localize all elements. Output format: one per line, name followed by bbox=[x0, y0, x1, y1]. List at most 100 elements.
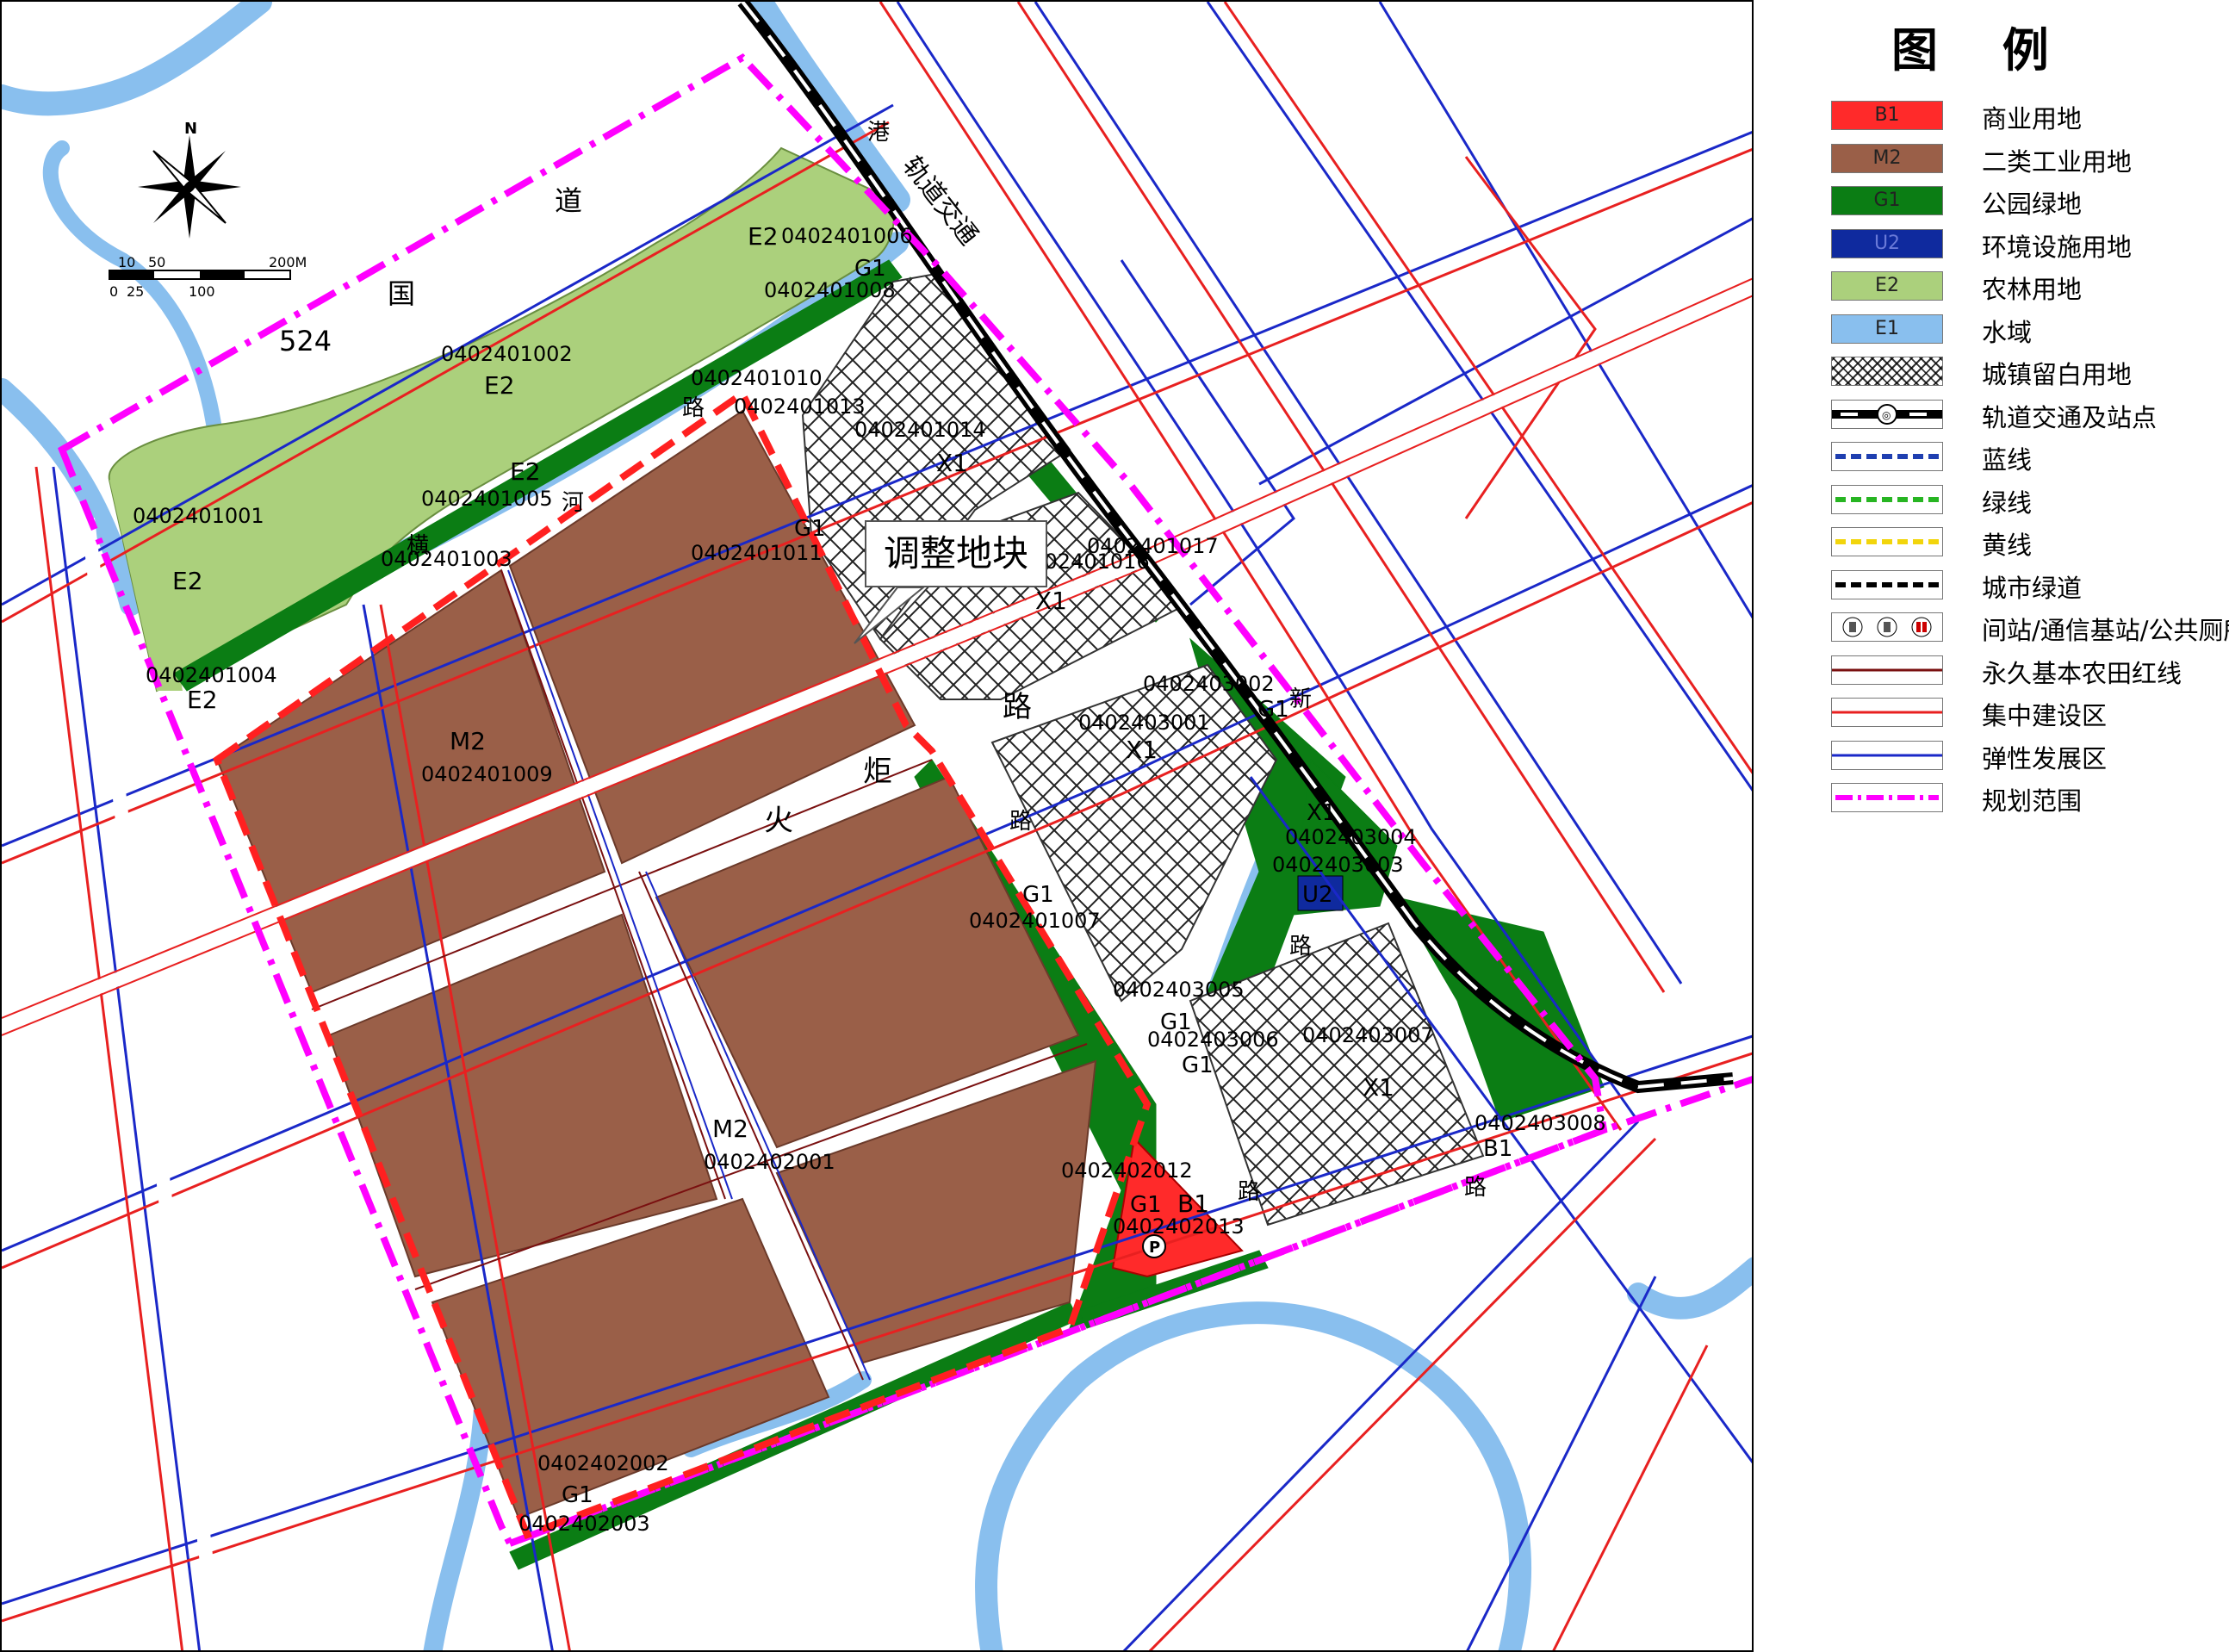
parcel-code-label: E2 bbox=[484, 371, 515, 400]
road-misc-6: 港 bbox=[867, 120, 890, 146]
planning-map-page: P N 10 50 200M 0 25 100 国 道 524 火 炬 路 轨道… bbox=[0, 0, 2229, 1652]
legend-item: 城市绿道 bbox=[1797, 567, 2227, 605]
legend-swatch bbox=[1831, 655, 1943, 685]
legend-swatch bbox=[1831, 698, 1943, 727]
legend-label: 城市绿道 bbox=[1982, 573, 2083, 603]
parcel-id-label: 0402403002 bbox=[1143, 672, 1275, 696]
legend-label: 环境设施用地 bbox=[1982, 232, 2133, 262]
parcel-code-label: U2 bbox=[1302, 882, 1333, 908]
parcel-code-label: G1 bbox=[562, 1482, 593, 1508]
legend-label: 商业用地 bbox=[1982, 104, 2083, 134]
legend-swatch bbox=[1831, 740, 1943, 770]
parcel-id-label: 0402401017 bbox=[1087, 534, 1219, 558]
river-northwest bbox=[2, 2, 272, 116]
parcel-id-label: 0402403001 bbox=[1078, 711, 1210, 735]
legend-item: E2 农林用地 bbox=[1797, 268, 2227, 306]
parcel-id-label: 0402403007 bbox=[1302, 1023, 1434, 1047]
parcel-id-label: 0402401008 bbox=[764, 278, 896, 302]
parcel-code-label: B1 bbox=[1177, 1189, 1209, 1218]
parcel-m2-mw bbox=[327, 913, 718, 1278]
road-misc-5: 路 bbox=[1464, 1175, 1487, 1201]
legend-item: E1 水域 bbox=[1797, 311, 2227, 349]
road-label-ju: 炬 bbox=[863, 755, 892, 789]
parcel-id-label: 0402401003 bbox=[381, 547, 512, 571]
legend-panel: 图 例 B1 商业用地 M2 二类工业用地 G1 公园绿地 U2 环境设施用地 E2 农林用地 E1… bbox=[1754, 0, 2229, 1652]
legend-item: 城镇留白用地 bbox=[1797, 353, 2227, 391]
legend-item: 永久基本农田红线 bbox=[1797, 652, 2227, 690]
legend-label: 蓝线 bbox=[1982, 445, 2033, 475]
scale-bar: 10 50 200M 0 25 100 bbox=[109, 254, 307, 300]
legend-swatch bbox=[1831, 527, 1943, 556]
legend-label: 集中建设区 bbox=[1982, 701, 2108, 730]
parcel-id-label: 0402402012 bbox=[1061, 1158, 1193, 1183]
parcel-code-label: X1 bbox=[1126, 736, 1158, 764]
legend-item: B1 商业用地 bbox=[1797, 97, 2227, 135]
legend-swatch: G1 bbox=[1831, 186, 1943, 215]
map-canvas[interactable]: P N 10 50 200M 0 25 100 国 道 524 火 炬 路 轨道… bbox=[0, 0, 1754, 1652]
svg-text:◎: ◎ bbox=[1882, 409, 1891, 421]
parcel-code-label: G1 bbox=[1182, 1053, 1214, 1078]
parcel-id-label: 0402402003 bbox=[518, 1512, 650, 1536]
parcel-code-label: E2 bbox=[748, 222, 779, 251]
river-south bbox=[975, 1301, 1532, 1650]
road-label-lu: 路 bbox=[1003, 690, 1032, 724]
legend-item: ◎ 轨道交通及站点 bbox=[1797, 396, 2227, 434]
parcel-id-label: 0402401004 bbox=[146, 663, 277, 687]
parcel-id-label: 0402401010 bbox=[691, 366, 823, 390]
river-southeast bbox=[1627, 1257, 1752, 1320]
legend-label: 规划范围 bbox=[1982, 786, 2083, 816]
parcel-id-label: 0402401014 bbox=[854, 418, 986, 442]
legend-swatch bbox=[1831, 569, 1943, 599]
scale-label-10: 10 bbox=[118, 254, 135, 270]
river-label-he: 河 bbox=[562, 490, 584, 516]
legend-swatch bbox=[1831, 783, 1943, 812]
parcel-code-label: X1 bbox=[936, 449, 968, 477]
legend-label: 二类工业用地 bbox=[1982, 146, 2133, 177]
parking-icon-glyph: P bbox=[1149, 1239, 1160, 1257]
legend-label: 黄线 bbox=[1982, 531, 2033, 560]
parcel-code-label: E2 bbox=[187, 686, 218, 714]
parcel-id-label: 0402401006 bbox=[781, 224, 913, 248]
legend-item: 规划范围 bbox=[1797, 779, 2227, 817]
parcel-id-label: 0402402013 bbox=[1113, 1214, 1245, 1239]
legend-item: 集中建设区 bbox=[1797, 694, 2227, 732]
road-label-dao: 道 bbox=[555, 184, 582, 217]
parcel-code-label: E2 bbox=[510, 457, 541, 486]
legend-swatch: U2 bbox=[1831, 228, 1943, 258]
legend-swatch: E1 bbox=[1831, 314, 1943, 344]
legend-swatch-code: E2 bbox=[1875, 275, 1899, 296]
scale-label-100: 100 bbox=[189, 283, 215, 300]
legend-swatch-code: B1 bbox=[1874, 104, 1900, 126]
legend-swatch bbox=[1831, 357, 1943, 386]
parcel-id-label: 0402403008 bbox=[1475, 1111, 1606, 1135]
parcel-code-label: G1 bbox=[794, 516, 826, 542]
legend-label: 弹性发展区 bbox=[1982, 743, 2108, 773]
legend-label: 城镇留白用地 bbox=[1982, 360, 2133, 389]
road-label-524: 524 bbox=[279, 325, 332, 357]
legend-item: M2 二类工业用地 bbox=[1797, 140, 2227, 178]
adjusted-parcel-callout: 调整地块 bbox=[865, 520, 1047, 587]
parcel-id-label: 0402401005 bbox=[421, 487, 553, 511]
map-svg[interactable]: P N 10 50 200M 0 25 100 国 道 524 火 炬 路 轨道… bbox=[2, 2, 1754, 1652]
parcel-id-label: 0402402001 bbox=[704, 1150, 835, 1174]
legend-item: 间站/通信基站/公共厕所 bbox=[1797, 609, 2229, 647]
parcel-code-label: E2 bbox=[172, 567, 203, 595]
legend-item: 绿线 bbox=[1797, 481, 2227, 519]
legend-swatch bbox=[1831, 484, 1943, 514]
parcel-id-label: 0402403004 bbox=[1285, 825, 1417, 849]
parcel-id-label: 0402403006 bbox=[1147, 1028, 1279, 1052]
road-misc-0: 路 bbox=[682, 395, 705, 421]
legend-label: 间站/通信基站/公共厕所 bbox=[1982, 616, 2229, 645]
road-misc-1: 路 bbox=[1009, 809, 1032, 835]
parcel-code-label: B1 bbox=[1483, 1136, 1512, 1162]
parcel-code-label: X1 bbox=[1363, 1073, 1394, 1102]
legend-item: 黄线 bbox=[1797, 524, 2227, 562]
legend-swatch-code: M2 bbox=[1872, 146, 1902, 169]
legend-swatch bbox=[1831, 442, 1943, 471]
road-label-guo: 国 bbox=[388, 277, 415, 310]
road-misc-2: 路 bbox=[1289, 934, 1312, 960]
legend-swatch-code: E1 bbox=[1875, 317, 1899, 339]
parcel-code-label: M2 bbox=[712, 1115, 748, 1143]
legend-label: 公园绿地 bbox=[1982, 189, 2083, 219]
parcel-id-label: 0402401007 bbox=[969, 909, 1101, 933]
